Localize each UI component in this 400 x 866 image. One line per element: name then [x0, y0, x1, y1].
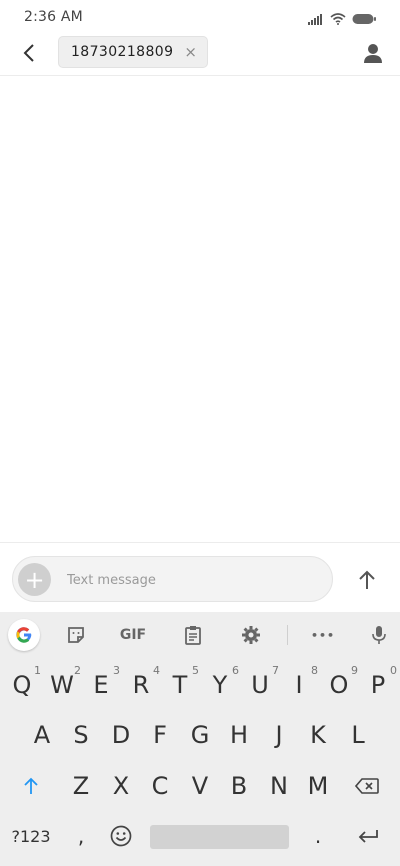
space-bar[interactable]	[150, 825, 289, 849]
key-hint: 3	[113, 664, 120, 677]
key-b[interactable]: B	[219, 767, 259, 805]
key-u[interactable]: U7	[240, 664, 280, 704]
key-y[interactable]: Y6	[200, 664, 240, 704]
key-label: E	[93, 671, 109, 699]
key-label: Y	[212, 671, 228, 699]
comma-key[interactable]: ,	[62, 817, 100, 855]
clipboard-icon[interactable]	[176, 620, 210, 650]
key-hint: 4	[153, 664, 160, 677]
google-icon[interactable]	[8, 619, 40, 651]
status-icons	[308, 10, 376, 29]
backspace-key[interactable]	[346, 767, 388, 805]
key-hint: 1	[34, 664, 41, 677]
period-key[interactable]: .	[298, 817, 338, 855]
key-label: I	[295, 671, 303, 699]
key-x[interactable]: X	[101, 767, 141, 805]
symbols-key[interactable]: ?123	[6, 817, 56, 855]
person-icon	[364, 44, 382, 63]
key-r[interactable]: R4	[121, 664, 161, 704]
key-e[interactable]: E3	[81, 664, 121, 704]
key-hint: 7	[272, 664, 279, 677]
recipient-chip[interactable]: 18730218809 ×	[58, 36, 208, 68]
signal-icon	[308, 10, 324, 29]
key-s[interactable]: S	[61, 716, 101, 754]
gif-button[interactable]: GIF	[116, 620, 150, 650]
key-q[interactable]: Q1	[2, 664, 42, 704]
gif-label: GIF	[119, 627, 147, 643]
key-l[interactable]: L	[338, 716, 378, 754]
key-a[interactable]: A	[22, 716, 62, 754]
key-m[interactable]: M	[298, 767, 338, 805]
key-label: T	[172, 671, 188, 699]
send-arrow-icon	[359, 570, 375, 589]
key-hint: 5	[192, 664, 199, 677]
key-j[interactable]: J	[259, 716, 299, 754]
plus-icon: +	[24, 565, 45, 594]
more-dots-icon: •••	[310, 628, 336, 642]
message-thread	[0, 76, 400, 542]
compose-box[interactable]: +	[12, 556, 333, 602]
key-label: Q	[12, 671, 32, 699]
enter-icon	[358, 830, 378, 843]
key-hint: 2	[74, 664, 81, 677]
recipient-number: 18730218809	[71, 44, 174, 60]
send-button[interactable]	[352, 565, 382, 595]
toolbar-divider	[287, 625, 288, 645]
sticker-icon[interactable]	[59, 620, 93, 650]
shift-key[interactable]	[10, 767, 52, 805]
back-button[interactable]	[14, 38, 44, 68]
back-arrow-icon	[23, 44, 34, 62]
key-t[interactable]: T5	[160, 664, 200, 704]
battery-icon	[352, 10, 376, 29]
conversation-header: 18730218809 ×	[0, 34, 400, 74]
emoji-icon	[110, 825, 132, 847]
key-hint: 6	[232, 664, 239, 677]
key-w[interactable]: W2	[42, 664, 82, 704]
keyboard: GIF ••• Q1 W2 E3 R4 T5 Y6 U7 I8 O9 P0 A …	[0, 612, 400, 866]
key-label: O	[329, 671, 349, 699]
contact-button[interactable]	[358, 38, 388, 68]
key-c[interactable]: C	[140, 767, 180, 805]
key-g[interactable]: G	[180, 716, 220, 754]
key-p[interactable]: P0	[358, 664, 398, 704]
settings-gear-icon[interactable]	[234, 620, 268, 650]
shift-arrow-icon	[24, 777, 38, 794]
key-n[interactable]: N	[259, 767, 299, 805]
close-icon[interactable]: ×	[184, 43, 197, 61]
enter-key[interactable]	[348, 817, 388, 855]
key-hint: 0	[390, 664, 397, 677]
status-bar: 2:36 AM	[0, 0, 400, 34]
key-i[interactable]: I8	[279, 664, 319, 704]
microphone-icon[interactable]	[362, 620, 396, 650]
emoji-key[interactable]	[102, 817, 140, 855]
key-o[interactable]: O9	[319, 664, 359, 704]
message-input[interactable]	[67, 567, 317, 593]
key-label: W	[50, 671, 74, 699]
key-label: U	[251, 671, 269, 699]
key-hint: 9	[351, 664, 358, 677]
key-label: P	[370, 671, 386, 699]
more-button[interactable]: •••	[306, 620, 340, 650]
status-time: 2:36 AM	[24, 9, 83, 25]
key-label: R	[132, 671, 150, 699]
key-f[interactable]: F	[140, 716, 180, 754]
key-h[interactable]: H	[219, 716, 259, 754]
key-v[interactable]: V	[180, 767, 220, 805]
key-d[interactable]: D	[101, 716, 141, 754]
keyboard-toolbar: GIF •••	[0, 612, 400, 658]
key-k[interactable]: K	[298, 716, 338, 754]
key-hint: 8	[311, 664, 318, 677]
backspace-icon	[355, 778, 379, 794]
key-z[interactable]: Z	[61, 767, 101, 805]
compose-bar: +	[0, 542, 400, 612]
wifi-icon	[330, 10, 346, 29]
add-attachment-button[interactable]: +	[18, 563, 51, 596]
